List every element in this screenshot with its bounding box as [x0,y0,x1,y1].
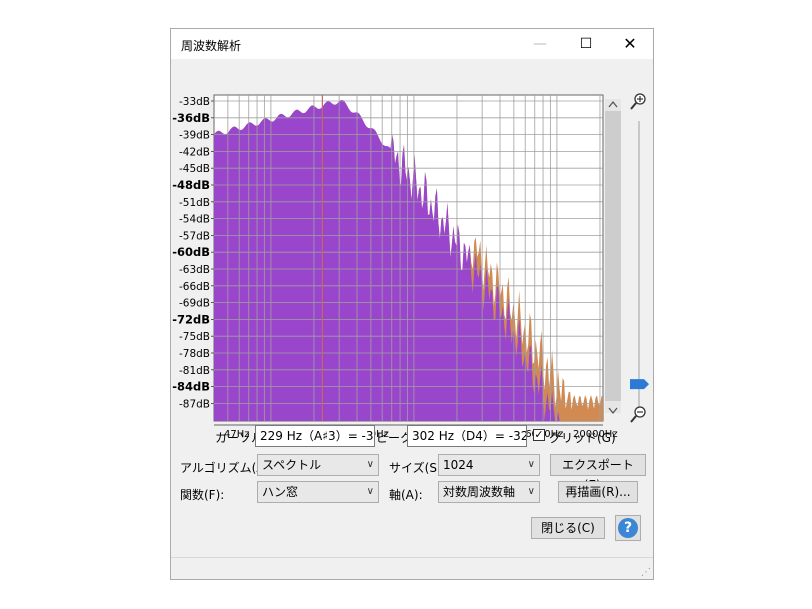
chevron-down-icon: ∨ [366,459,374,470]
function-select-value: ハン窓 [262,485,299,499]
window-title: 周波数解析 [181,39,242,53]
db-tick-label: -78dB [179,348,210,360]
spectrum-plot-area: -33dB -36dB -39dB -42dB -45dB -48dB -51dB -54dB… [171,59,653,440]
spectrum-plot[interactable]: -33dB -36dB -39dB -42dB -45dB -48dB -51dB -54dB… [171,59,653,440]
minimize-button[interactable]: — [517,29,563,59]
redraw-button[interactable]: 再描画(R)... [558,481,638,503]
resize-grip-icon[interactable]: ⋰ [641,567,651,578]
db-tick-label: -87dB [179,398,210,410]
chevron-down-icon: ∨ [527,486,535,497]
grid-checkbox[interactable]: ✓ [533,429,545,441]
db-tick-label: -54dB [179,214,210,226]
size-select-value: 1024 [443,458,474,472]
db-axis-labels: -33dB -36dB -39dB -42dB -45dB -48dB -51dB -54dB… [172,96,214,410]
db-tick-label: -63dB [179,264,210,276]
grid-checkbox-label[interactable]: グリッド(G) [549,429,616,446]
db-tick-label: -42dB [179,146,210,158]
chevron-down-icon: ∨ [527,459,535,470]
db-tick-label: -69dB [179,298,210,310]
help-button[interactable]: ? [615,515,641,541]
chevron-down-icon: ∨ [366,486,374,497]
zoom-slider-thumb[interactable] [630,379,649,390]
db-tick-label: -33dB [179,96,210,108]
function-label: 関数(F): [180,488,225,502]
help-icon: ? [618,518,638,538]
db-tick-label: -36dB [172,111,210,125]
db-tick-label: -39dB [179,130,210,142]
zoom-out-icon[interactable] [630,406,646,423]
db-tick-label: -84dB [172,380,210,394]
close-button[interactable]: 閉じる(C) [531,517,605,539]
db-tick-label: -66dB [179,281,210,293]
zoom-in-icon[interactable] [630,93,646,110]
axis-select-value: 対数周波数軸 [443,485,516,499]
db-tick-label: -81dB [179,365,210,377]
db-tick-label: -72dB [172,312,210,326]
axis-label: 軸(A): [389,488,423,502]
axis-select[interactable]: 対数周波数軸 ∨ [438,481,540,503]
frequency-analysis-window: 周波数解析 — ☐ ✕ -33dB -36dB -39dB -42dB -45dB -48… [170,28,654,580]
close-window-button[interactable]: ✕ [607,29,653,59]
title-bar: 周波数解析 — ☐ ✕ [171,29,653,59]
size-select[interactable]: 1024 ∨ [438,454,540,476]
db-tick-label: -48dB [172,178,210,192]
db-tick-label: -57dB [179,230,210,242]
algorithm-select-value: スペクトル [262,458,322,472]
status-bar: ⋰ [171,557,653,580]
db-tick-label: -60dB [172,245,210,259]
maximize-button[interactable]: ☐ [563,29,609,59]
vertical-scrollbar-thumb[interactable] [605,111,621,401]
cursor-readout[interactable]: 229 Hz（A♯3）= -32 [255,425,375,447]
function-select[interactable]: ハン窓 ∨ [257,481,379,503]
db-tick-label: -45dB [179,163,210,175]
peak-readout[interactable]: 302 Hz（D4）= -32.7 [407,425,527,447]
algorithm-select[interactable]: スペクトル ∨ [257,454,379,476]
export-button[interactable]: エクスポート(E)... [550,454,646,492]
db-tick-label: -75dB [179,331,210,343]
db-tick-label: -51dB [179,197,210,209]
